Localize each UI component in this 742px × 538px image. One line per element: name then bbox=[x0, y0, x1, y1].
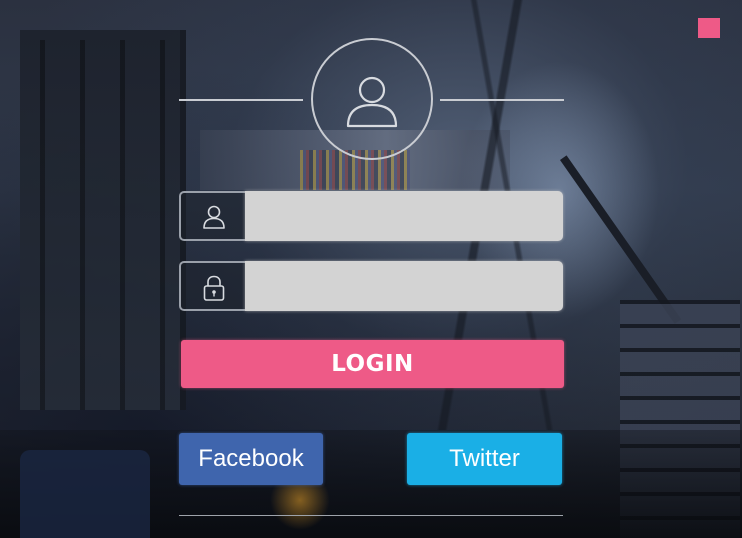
password-icon-box bbox=[179, 261, 245, 311]
close-square-icon[interactable] bbox=[698, 18, 720, 38]
header-divider-right bbox=[440, 99, 564, 101]
user-icon bbox=[203, 205, 225, 229]
user-avatar-icon bbox=[311, 38, 433, 160]
login-button[interactable]: LOGIN bbox=[181, 340, 564, 388]
username-input[interactable] bbox=[245, 191, 563, 241]
login-screen: LOGIN Facebook Twitter bbox=[0, 0, 742, 538]
background-window-bars bbox=[40, 40, 170, 410]
username-row bbox=[179, 191, 563, 241]
lock-icon bbox=[203, 275, 225, 301]
twitter-button[interactable]: Twitter bbox=[407, 433, 562, 485]
background-chair bbox=[20, 450, 150, 538]
facebook-button[interactable]: Facebook bbox=[179, 433, 323, 485]
password-input[interactable] bbox=[245, 261, 563, 311]
header-divider-left bbox=[179, 99, 303, 101]
bottom-divider bbox=[179, 515, 563, 516]
username-icon-box bbox=[179, 191, 245, 241]
password-row bbox=[179, 261, 563, 311]
